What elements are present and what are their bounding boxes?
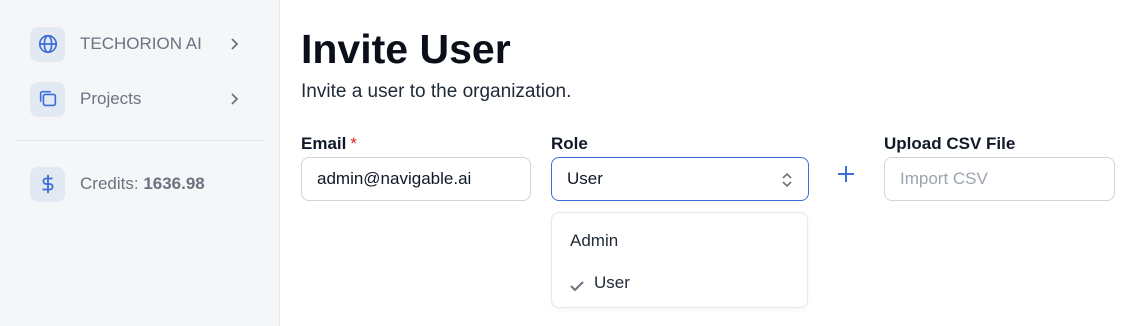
globe-icon	[30, 26, 65, 62]
check-icon	[570, 277, 584, 297]
email-field-box	[301, 157, 531, 201]
sidebar: TECHORION AI Projects Credits: 1636.98	[0, 0, 280, 326]
folders-icon	[30, 81, 65, 117]
email-field[interactable]	[317, 169, 530, 189]
credits-text: Credits: 1636.98	[80, 174, 205, 194]
sidebar-item-organization[interactable]: TECHORION AI	[30, 26, 250, 62]
sidebar-item-label: TECHORION AI	[80, 34, 202, 53]
credits-value: 1636.98	[143, 174, 205, 193]
role-option-admin[interactable]: Admin	[552, 222, 807, 260]
credits-display: Credits: 1636.98	[30, 166, 250, 202]
chevron-up-down-icon	[780, 170, 794, 195]
option-label: Admin	[570, 231, 619, 250]
role-select[interactable]: User	[551, 157, 809, 201]
credits-label: Credits:	[80, 174, 139, 193]
required-marker: *	[350, 134, 357, 153]
role-label: Role	[551, 134, 588, 153]
email-label-text: Email	[301, 134, 347, 153]
chevron-right-icon	[228, 91, 242, 112]
page-subtitle: Invite a user to the organization.	[301, 81, 572, 102]
page-title: Invite User	[301, 26, 511, 72]
csv-import-input[interactable]	[900, 169, 1114, 189]
dollar-icon	[30, 166, 65, 202]
sidebar-item-label: Projects	[80, 89, 142, 108]
email-label: Email *	[301, 134, 357, 154]
role-dropdown-menu: Admin User	[551, 212, 808, 308]
option-label: User	[594, 273, 630, 292]
chevron-right-icon	[228, 36, 242, 57]
role-option-user[interactable]: User	[552, 264, 807, 302]
plus-icon[interactable]	[836, 164, 856, 189]
sidebar-item-projects[interactable]: Projects	[30, 81, 250, 117]
role-select-value: User	[567, 169, 603, 188]
csv-field-box	[884, 157, 1115, 201]
csv-label: Upload CSV File	[884, 134, 1016, 153]
sidebar-divider	[15, 140, 265, 141]
